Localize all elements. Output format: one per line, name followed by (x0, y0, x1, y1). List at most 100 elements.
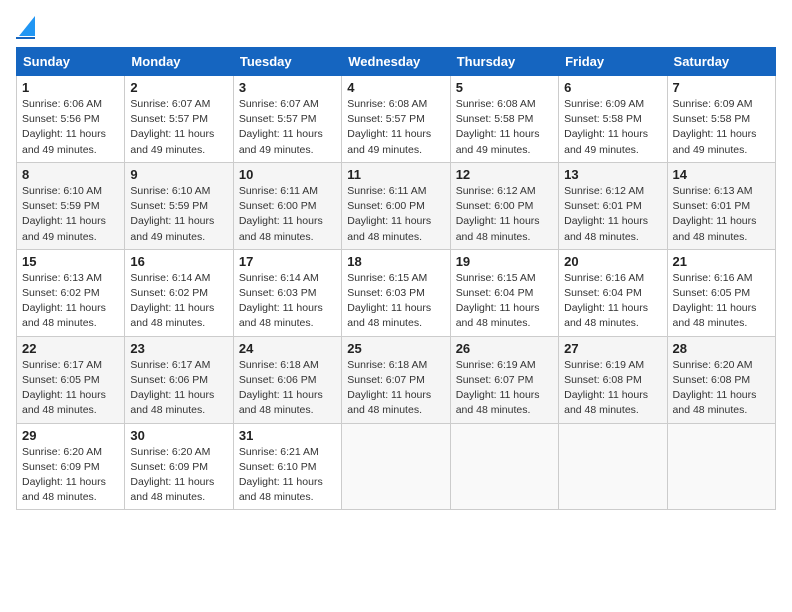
day-number: 30 (130, 428, 227, 443)
day-header-thursday: Thursday (450, 48, 558, 76)
day-info: Sunrise: 6:08 AMSunset: 5:57 PMDaylight:… (347, 97, 444, 158)
calendar-cell (667, 423, 775, 510)
calendar-cell: 2 Sunrise: 6:07 AMSunset: 5:57 PMDaylight… (125, 76, 233, 163)
day-info: Sunrise: 6:17 AMSunset: 6:06 PMDaylight:… (130, 358, 227, 419)
day-number: 15 (22, 254, 119, 269)
day-info: Sunrise: 6:20 AMSunset: 6:09 PMDaylight:… (130, 445, 227, 506)
day-info: Sunrise: 6:19 AMSunset: 6:07 PMDaylight:… (456, 358, 553, 419)
day-number: 20 (564, 254, 661, 269)
calendar-cell: 31 Sunrise: 6:21 AMSunset: 6:10 PMDayligh… (233, 423, 341, 510)
day-number: 5 (456, 80, 553, 95)
day-info: Sunrise: 6:16 AMSunset: 6:05 PMDaylight:… (673, 271, 770, 332)
calendar-cell: 30 Sunrise: 6:20 AMSunset: 6:09 PMDayligh… (125, 423, 233, 510)
day-number: 3 (239, 80, 336, 95)
day-info: Sunrise: 6:06 AMSunset: 5:56 PMDaylight:… (22, 97, 119, 158)
page-header (16, 16, 776, 39)
day-number: 6 (564, 80, 661, 95)
day-number: 16 (130, 254, 227, 269)
calendar-cell: 14 Sunrise: 6:13 AMSunset: 6:01 PMDayligh… (667, 162, 775, 249)
day-number: 23 (130, 341, 227, 356)
calendar-cell: 22 Sunrise: 6:17 AMSunset: 6:05 PMDayligh… (17, 336, 125, 423)
calendar-cell: 4Sunrise: 6:08 AMSunset: 5:57 PMDaylight… (342, 76, 450, 163)
day-number: 31 (239, 428, 336, 443)
calendar-cell: 7Sunrise: 6:09 AMSunset: 5:58 PMDaylight… (667, 76, 775, 163)
day-info: Sunrise: 6:21 AMSunset: 6:10 PMDaylight:… (239, 445, 336, 506)
calendar-cell: 1 Sunrise: 6:06 AMSunset: 5:56 PMDaylight… (17, 76, 125, 163)
day-info: Sunrise: 6:10 AMSunset: 5:59 PMDaylight:… (130, 184, 227, 245)
day-header-friday: Friday (559, 48, 667, 76)
calendar-cell: 18 Sunrise: 6:15 AMSunset: 6:03 PMDayligh… (342, 249, 450, 336)
day-info: Sunrise: 6:14 AMSunset: 6:03 PMDaylight:… (239, 271, 336, 332)
day-number: 18 (347, 254, 444, 269)
calendar-cell: 23 Sunrise: 6:17 AMSunset: 6:06 PMDayligh… (125, 336, 233, 423)
day-number: 21 (673, 254, 770, 269)
calendar-cell: 27Sunrise: 6:19 AMSunset: 6:08 PMDayligh… (559, 336, 667, 423)
day-info: Sunrise: 6:15 AMSunset: 6:04 PMDaylight:… (456, 271, 553, 332)
calendar-cell: 26 Sunrise: 6:19 AMSunset: 6:07 PMDayligh… (450, 336, 558, 423)
calendar-cell: 17 Sunrise: 6:14 AMSunset: 6:03 PMDayligh… (233, 249, 341, 336)
day-info: Sunrise: 6:11 AMSunset: 6:00 PMDaylight:… (347, 184, 444, 245)
calendar-cell: 9 Sunrise: 6:10 AMSunset: 5:59 PMDaylight… (125, 162, 233, 249)
day-number: 8 (22, 167, 119, 182)
day-number: 25 (347, 341, 444, 356)
day-info: Sunrise: 6:16 AMSunset: 6:04 PMDaylight:… (564, 271, 661, 332)
day-number: 27 (564, 341, 661, 356)
day-number: 13 (564, 167, 661, 182)
day-number: 14 (673, 167, 770, 182)
day-number: 26 (456, 341, 553, 356)
day-info: Sunrise: 6:08 AMSunset: 5:58 PMDaylight:… (456, 97, 553, 158)
day-info: Sunrise: 6:09 AMSunset: 5:58 PMDaylight:… (564, 97, 661, 158)
day-info: Sunrise: 6:09 AMSunset: 5:58 PMDaylight:… (673, 97, 770, 158)
calendar-cell: 11 Sunrise: 6:11 AMSunset: 6:00 PMDayligh… (342, 162, 450, 249)
day-number: 11 (347, 167, 444, 182)
day-info: Sunrise: 6:13 AMSunset: 6:01 PMDaylight:… (673, 184, 770, 245)
day-number: 9 (130, 167, 227, 182)
day-number: 24 (239, 341, 336, 356)
day-info: Sunrise: 6:10 AMSunset: 5:59 PMDaylight:… (22, 184, 119, 245)
day-info: Sunrise: 6:18 AMSunset: 6:07 PMDaylight:… (347, 358, 444, 419)
calendar-cell: 24Sunrise: 6:18 AMSunset: 6:06 PMDayligh… (233, 336, 341, 423)
day-info: Sunrise: 6:12 AMSunset: 6:01 PMDaylight:… (564, 184, 661, 245)
day-info: Sunrise: 6:15 AMSunset: 6:03 PMDaylight:… (347, 271, 444, 332)
logo-arrow-icon (19, 16, 35, 36)
day-number: 19 (456, 254, 553, 269)
logo-underline (16, 37, 35, 39)
day-header-saturday: Saturday (667, 48, 775, 76)
calendar-cell: 13 Sunrise: 6:12 AMSunset: 6:01 PMDayligh… (559, 162, 667, 249)
day-number: 10 (239, 167, 336, 182)
day-info: Sunrise: 6:20 AMSunset: 6:08 PMDaylight:… (673, 358, 770, 419)
day-info: Sunrise: 6:07 AMSunset: 5:57 PMDaylight:… (130, 97, 227, 158)
calendar-cell (559, 423, 667, 510)
day-number: 1 (22, 80, 119, 95)
calendar-cell: 29 Sunrise: 6:20 AMSunset: 6:09 PMDayligh… (17, 423, 125, 510)
day-header-wednesday: Wednesday (342, 48, 450, 76)
calendar-cell: 19 Sunrise: 6:15 AMSunset: 6:04 PMDayligh… (450, 249, 558, 336)
calendar-cell: 3 Sunrise: 6:07 AMSunset: 5:57 PMDaylight… (233, 76, 341, 163)
day-number: 17 (239, 254, 336, 269)
day-number: 12 (456, 167, 553, 182)
day-info: Sunrise: 6:11 AMSunset: 6:00 PMDaylight:… (239, 184, 336, 245)
day-number: 29 (22, 428, 119, 443)
calendar-cell: 21 Sunrise: 6:16 AMSunset: 6:05 PMDayligh… (667, 249, 775, 336)
day-number: 22 (22, 341, 119, 356)
calendar-cell (450, 423, 558, 510)
logo (16, 16, 35, 39)
day-info: Sunrise: 6:20 AMSunset: 6:09 PMDaylight:… (22, 445, 119, 506)
day-info: Sunrise: 6:14 AMSunset: 6:02 PMDaylight:… (130, 271, 227, 332)
calendar-cell: 20 Sunrise: 6:16 AMSunset: 6:04 PMDayligh… (559, 249, 667, 336)
calendar-cell: 25 Sunrise: 6:18 AMSunset: 6:07 PMDayligh… (342, 336, 450, 423)
day-info: Sunrise: 6:13 AMSunset: 6:02 PMDaylight:… (22, 271, 119, 332)
day-header-tuesday: Tuesday (233, 48, 341, 76)
day-header-monday: Monday (125, 48, 233, 76)
day-info: Sunrise: 6:12 AMSunset: 6:00 PMDaylight:… (456, 184, 553, 245)
day-number: 2 (130, 80, 227, 95)
calendar-cell: 8 Sunrise: 6:10 AMSunset: 5:59 PMDaylight… (17, 162, 125, 249)
day-info: Sunrise: 6:17 AMSunset: 6:05 PMDaylight:… (22, 358, 119, 419)
calendar-cell: 15 Sunrise: 6:13 AMSunset: 6:02 PMDayligh… (17, 249, 125, 336)
calendar-cell (342, 423, 450, 510)
day-info: Sunrise: 6:07 AMSunset: 5:57 PMDaylight:… (239, 97, 336, 158)
calendar-cell: 10 Sunrise: 6:11 AMSunset: 6:00 PMDayligh… (233, 162, 341, 249)
calendar-cell: 5 Sunrise: 6:08 AMSunset: 5:58 PMDaylight… (450, 76, 558, 163)
calendar-cell: 28Sunrise: 6:20 AMSunset: 6:08 PMDayligh… (667, 336, 775, 423)
calendar-table: SundayMondayTuesdayWednesdayThursdayFrid… (16, 47, 776, 510)
